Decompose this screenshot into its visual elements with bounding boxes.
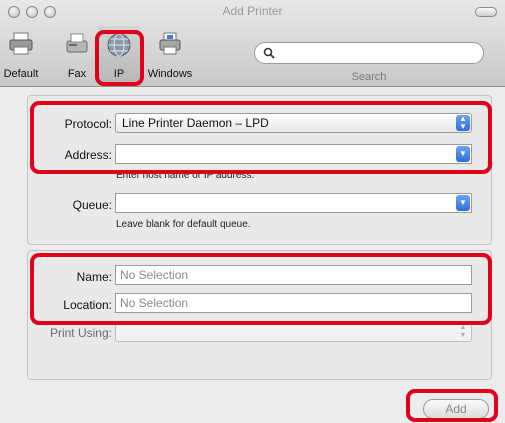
title-bar: Add Printer Default Fax IP Windows Searc… bbox=[0, 0, 505, 87]
address-hint: Enter host name or IP address. bbox=[116, 170, 255, 181]
add-printer-window: Add Printer Default Fax IP Windows Searc… bbox=[0, 0, 505, 423]
address-label: Address: bbox=[64, 148, 112, 162]
ip-globe-icon bbox=[107, 33, 131, 57]
window-title: Add Printer bbox=[222, 4, 283, 18]
search-icon bbox=[263, 47, 275, 59]
address-combo-box[interactable]: ▼ bbox=[115, 144, 472, 164]
protocol-value: Line Printer Daemon – LPD bbox=[122, 116, 269, 130]
toolbar-default-button[interactable]: Default bbox=[0, 26, 42, 84]
protocol-label: Protocol: bbox=[64, 117, 112, 131]
toolbar-label-default: Default bbox=[3, 68, 39, 80]
toolbar-fax-button[interactable]: Fax bbox=[60, 26, 94, 84]
toolbar-ip-button[interactable]: IP bbox=[98, 26, 140, 84]
toolbar-toggle-button[interactable] bbox=[475, 7, 497, 17]
name-value: No Selection bbox=[120, 268, 189, 282]
queue-dropdown-arrow-icon[interactable]: ▼ bbox=[456, 195, 470, 211]
location-value: No Selection bbox=[120, 296, 189, 310]
toolbar-label-ip: IP bbox=[113, 68, 125, 80]
name-field[interactable]: No Selection bbox=[115, 265, 472, 285]
queue-hint: Leave blank for default queue. bbox=[116, 219, 251, 230]
print-using-popup[interactable]: ▲ ▼ bbox=[115, 322, 472, 342]
toolbar-windows-button[interactable]: Windows bbox=[144, 26, 196, 84]
fax-icon bbox=[66, 33, 88, 53]
print-using-label: Print Using: bbox=[49, 326, 112, 340]
search-label: Search bbox=[351, 71, 387, 83]
default-printer-icon bbox=[9, 32, 33, 55]
windows-printer-icon bbox=[159, 32, 181, 55]
popup-arrows-icon: ▲ ▼ bbox=[456, 115, 470, 131]
queue-combo-box[interactable]: ▼ bbox=[115, 193, 472, 213]
protocol-popup[interactable]: Line Printer Daemon – LPD ▲ ▼ bbox=[115, 113, 472, 133]
address-dropdown-arrow-icon[interactable]: ▼ bbox=[456, 146, 470, 162]
search-field[interactable] bbox=[254, 42, 484, 64]
location-field[interactable]: No Selection bbox=[115, 293, 472, 313]
toolbar-label-fax: Fax bbox=[67, 68, 87, 80]
add-button[interactable]: Add bbox=[423, 399, 489, 419]
location-label: Location: bbox=[63, 298, 112, 312]
popup-arrows-icon: ▲ ▼ bbox=[459, 324, 467, 339]
name-label: Name: bbox=[76, 270, 112, 284]
toolbar-label-windows: Windows bbox=[147, 68, 193, 80]
queue-label: Queue: bbox=[72, 198, 112, 212]
